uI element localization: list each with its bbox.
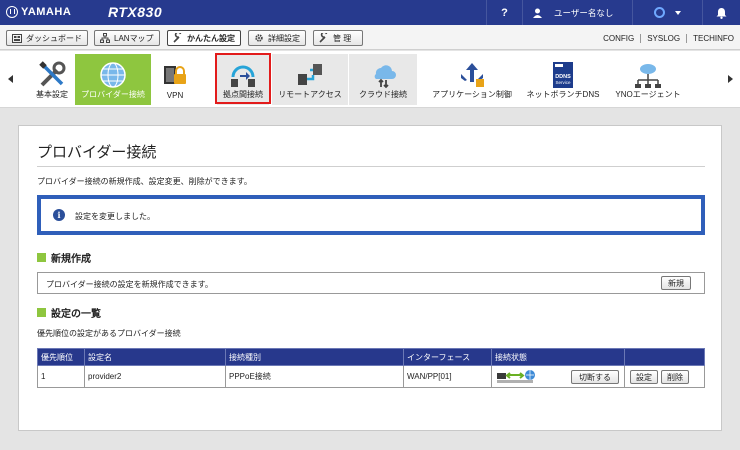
easy-setup-button[interactable]: かんたん設定 [167, 30, 241, 46]
row-name: provider2 [84, 365, 226, 388]
connection-status-icon [497, 370, 535, 383]
col-type: 接続種別 [225, 348, 404, 366]
scroll-left-icon[interactable] [8, 75, 13, 83]
section-marker [37, 308, 46, 317]
col-status: 接続状態 [491, 348, 625, 366]
tool-provider-connection[interactable]: プロバイダー接続 [75, 54, 151, 105]
tool-netvolante-dns[interactable]: DDNS Service ネットボランチDNS [523, 54, 603, 105]
main-nav: ダッシュボード LANマップ かんたん設定 詳細設定 管 理 CONFIG SY… [0, 25, 740, 50]
tool-remote-access[interactable]: リモートアクセス [272, 54, 348, 105]
ddns-badge-icon: DDNSService [553, 62, 573, 88]
list-subtitle: 優先順位の設定があるプロバイダー接続 [37, 329, 181, 338]
config-link[interactable]: CONFIG [597, 34, 640, 43]
cloud-sync-icon [374, 65, 396, 89]
scroll-right-icon[interactable] [728, 75, 733, 83]
dashboard-button[interactable]: ダッシュボード [6, 30, 88, 46]
status-menu[interactable] [632, 0, 702, 25]
yamaha-logo: YAMAHA [6, 6, 71, 18]
tuning-fork-icon [6, 6, 18, 18]
yno-network-icon [635, 64, 661, 88]
page-title: プロバイダー接続 [37, 144, 157, 161]
row-status: 切断する [491, 365, 625, 388]
tool-label: リモートアクセス [278, 90, 342, 99]
dashboard-label: ダッシュボード [26, 33, 82, 43]
advanced-setup-label: 詳細設定 [268, 33, 300, 43]
col-priority: 優先順位 [37, 348, 85, 366]
svg-text:Service: Service [555, 80, 571, 85]
dashboard-icon [12, 33, 22, 43]
vpn-lock-icon [164, 66, 186, 84]
management-label: 管 理 [333, 33, 352, 43]
tool-yno-agent[interactable]: YNOエージェント [610, 54, 686, 105]
new-button[interactable]: 新規 [661, 276, 691, 290]
lan-map-button[interactable]: LANマップ [94, 30, 160, 46]
table-header-row: 優先順位 設定名 接続種別 インターフェース 接続状態 [37, 348, 705, 366]
application-control-icon [461, 63, 484, 87]
user-name: ユーザー名なし [554, 7, 614, 18]
highlight-box [215, 53, 271, 104]
title-divider [37, 166, 705, 167]
gear-icon [255, 34, 263, 42]
row-type: PPPoE接続 [225, 365, 404, 388]
advanced-setup-button[interactable]: 詳細設定 [248, 30, 306, 46]
content-panel: プロバイダー接続 プロバイダー接続の新規作成、設定変更、削除ができます。 i 設… [18, 125, 722, 431]
tool-label: アプリケーション制御 [432, 90, 512, 99]
management-button[interactable]: 管 理 [313, 30, 363, 46]
notification-button[interactable] [702, 0, 740, 25]
utility-links: CONFIG SYSLOG TECHINFO [597, 30, 740, 46]
tool-label: ネットボランチDNS [526, 90, 600, 99]
easy-setup-label: かんたん設定 [187, 33, 235, 43]
tool-cloud-connection[interactable]: クラウド接続 [349, 54, 417, 105]
status-ring-icon [654, 7, 665, 18]
col-name: 設定名 [84, 348, 226, 366]
tool-basic-settings[interactable]: 基本設定 [30, 54, 74, 105]
delete-button[interactable]: 削除 [661, 370, 689, 384]
tool-label: YNOエージェント [615, 90, 681, 99]
tool-application-control[interactable]: アプリケーション制御 [427, 54, 517, 105]
tool-label: クラウド接続 [359, 90, 407, 99]
create-text: プロバイダー接続の設定を新規作成できます。 [46, 280, 213, 289]
wrench-icon [173, 33, 182, 43]
provider-table: 優先順位 設定名 接続種別 インターフェース 接続状態 1 provider2 … [37, 348, 705, 388]
notice-message: 設定を変更しました。 [75, 212, 155, 221]
tools-icon [319, 33, 328, 43]
notice-box: i 設定を変更しました。 [37, 195, 705, 235]
create-box: プロバイダー接続の設定を新規作成できます。 新規 [37, 272, 705, 294]
row-actions: 設定 削除 [624, 365, 705, 388]
remote-access-icon [298, 64, 322, 85]
col-interface: インターフェース [403, 348, 492, 366]
col-actions [624, 348, 705, 366]
disconnect-button[interactable]: 切断する [571, 370, 619, 384]
help-button[interactable]: ? [486, 0, 522, 25]
page-description: プロバイダー接続の新規作成、設定変更、削除ができます。 [37, 177, 252, 186]
row-interface: WAN/PP[01] [403, 365, 492, 388]
list-heading: 設定の一覧 [51, 309, 101, 320]
brand-name: YAMAHA [21, 6, 72, 18]
create-heading: 新規作成 [51, 254, 91, 265]
wrench-screwdriver-icon [39, 61, 66, 87]
table-row: 1 provider2 PPPoE接続 WAN/PP[01] 切断する 設定 削… [37, 365, 705, 388]
syslog-link[interactable]: SYSLOG [640, 33, 686, 43]
section-marker [37, 253, 46, 262]
top-header: YAMAHA RTX830 ? ユーザー名なし [0, 0, 740, 25]
user-menu[interactable]: ユーザー名なし [522, 0, 632, 25]
techinfo-link[interactable]: TECHINFO [686, 33, 740, 43]
tool-label: 基本設定 [36, 90, 68, 99]
lan-map-label: LANマップ [114, 33, 154, 43]
tool-label: プロバイダー接続 [81, 90, 145, 99]
tool-label: VPN [166, 91, 184, 100]
row-priority: 1 [37, 365, 85, 388]
info-icon: i [53, 209, 65, 221]
globe-icon [100, 62, 126, 88]
list-section-heading: 設定の一覧 [37, 305, 101, 320]
router-model: RTX830 [108, 4, 163, 20]
bell-icon [716, 7, 727, 19]
tool-vpn[interactable]: VPN [154, 54, 196, 105]
chevron-down-icon [675, 10, 681, 15]
user-icon [533, 8, 542, 18]
create-section-heading: 新規作成 [37, 250, 91, 265]
lan-map-icon [100, 33, 110, 43]
feature-toolbar: 基本設定 プロバイダー接続 VPN 拠点間接続 リモートアクセス クラウド接続 … [0, 51, 740, 108]
edit-button[interactable]: 設定 [630, 370, 658, 384]
